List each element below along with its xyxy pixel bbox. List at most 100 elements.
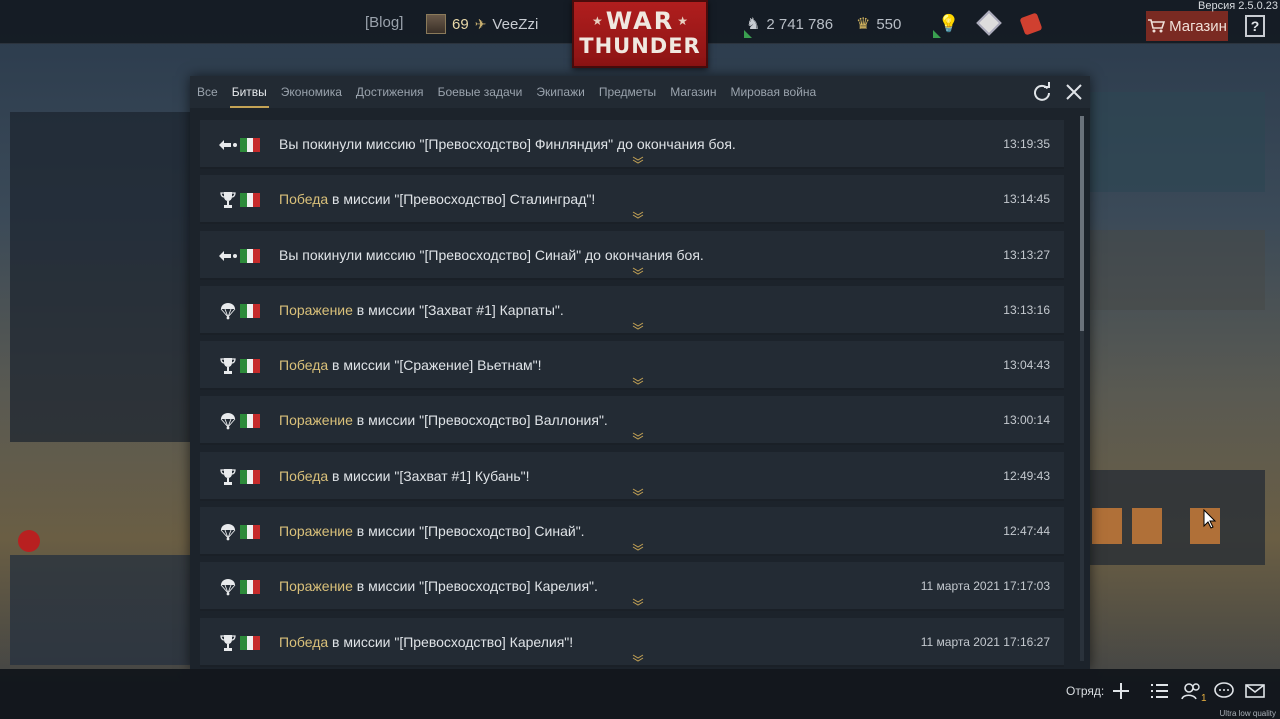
notification-time: 12:49:43 xyxy=(1003,468,1050,483)
tab-5[interactable]: Экипажи xyxy=(536,76,584,108)
italy-flag-icon xyxy=(240,303,261,318)
background-panel xyxy=(10,112,190,442)
mail-icon[interactable] xyxy=(1244,680,1266,702)
italy-flag-icon xyxy=(240,414,261,429)
left-battle-icon xyxy=(218,248,238,264)
notification-row[interactable]: Поражение в миссии "[Захват #1] Карпаты"… xyxy=(200,285,1064,335)
notification-time: 11 марта 2021 17:16:27 xyxy=(920,634,1050,649)
tab-0[interactable]: Все xyxy=(197,76,218,108)
chevron-down-icon[interactable] xyxy=(632,377,644,385)
golden-eagles-value: 550 xyxy=(876,15,902,33)
tab-3[interactable]: Достижения xyxy=(356,76,424,108)
tab-6[interactable]: Предметы xyxy=(599,76,656,108)
chevron-down-icon[interactable] xyxy=(632,654,644,662)
contacts-notification-count: 1 xyxy=(1201,693,1207,704)
silver-lions-value: 2 741 786 xyxy=(766,15,834,33)
notification-time: 13:13:16 xyxy=(1003,302,1050,317)
notification-message: Поражение в миссии "[Превосходство] Сина… xyxy=(279,523,585,539)
notification-row[interactable]: Поражение в миссии "[Превосходство] Сина… xyxy=(200,507,1064,557)
battle-result: Поражение xyxy=(279,523,353,540)
golden-eagles-balance[interactable]: ♛ 550 xyxy=(856,14,901,34)
scrollbar-thumb[interactable] xyxy=(1080,116,1084,331)
message-text: в миссии "[Превосходство] Сталинград"! xyxy=(328,191,596,208)
notifications-modal: Все Битвы Экономика Достижения Боевые задачи… xyxy=(190,76,1090,669)
left-battle-icon xyxy=(218,137,238,153)
refresh-icon[interactable] xyxy=(1032,82,1052,102)
chat-icon[interactable] xyxy=(1213,680,1235,702)
italy-flag-icon xyxy=(240,138,261,152)
tab-7[interactable]: Магазин xyxy=(670,76,716,108)
coupon-icon[interactable] xyxy=(1019,12,1043,36)
star-icon: ★ xyxy=(592,14,603,28)
message-text: в миссии "[Захват #1] Кубань"! xyxy=(328,467,530,484)
tab-4[interactable]: Боевые задачи xyxy=(438,76,523,108)
close-icon[interactable] xyxy=(1064,82,1084,102)
parachute-icon xyxy=(218,302,238,320)
chevron-down-icon[interactable] xyxy=(632,267,644,275)
chevron-down-icon[interactable] xyxy=(632,488,644,496)
notification-time: 11 марта 2021 17:17:03 xyxy=(920,579,1050,594)
notification-row[interactable]: Победа в миссии "[Превосходство] Карелия… xyxy=(200,617,1064,667)
italy-flag-icon xyxy=(240,469,261,484)
message-text: в миссии "[Превосходство] Карелия"! xyxy=(328,633,574,650)
notification-row[interactable]: Победа в миссии "[Сражение] Вьетнам"! 13:… xyxy=(200,341,1064,391)
contacts-icon[interactable] xyxy=(1181,680,1203,702)
player-nickname: VeeZzi xyxy=(492,15,539,33)
notification-message: Поражение в миссии "[Захват #1] Карпаты"… xyxy=(279,302,564,318)
notification-message: Победа в миссии "[Превосходство] Сталинг… xyxy=(279,191,595,207)
italy-flag-icon xyxy=(240,580,261,595)
quality-label: Ultra low quality xyxy=(1219,709,1276,718)
chevron-down-icon[interactable] xyxy=(632,543,644,551)
blog-link[interactable]: [Blog] xyxy=(365,14,403,31)
mouse-cursor-icon xyxy=(1203,509,1217,529)
notification-row[interactable]: Победа в миссии "[Захват #1] Кубань"! 12:… xyxy=(200,451,1064,501)
notification-time: 12:47:44 xyxy=(1003,524,1050,539)
list-icon[interactable] xyxy=(1148,680,1170,702)
notification-row[interactable]: Вы покинули миссию "[Превосходство] Сина… xyxy=(200,230,1064,280)
battle-result: Победа xyxy=(279,633,329,650)
message-text: в миссии "[Сражение] Вьетнам"! xyxy=(328,357,542,374)
message-text: в миссии "[Захват #1] Карпаты". xyxy=(352,301,564,318)
notification-row[interactable]: Поражение в миссии "[Превосходство] Валл… xyxy=(200,396,1064,446)
battle-result: Победа xyxy=(279,357,329,374)
war-thunder-logo: ★ ★ WAR THUNDER xyxy=(572,0,708,68)
notification-message: Поражение в миссии "[Превосходство] Каре… xyxy=(279,578,598,594)
tab-2[interactable]: Экономика xyxy=(281,76,342,108)
background-panel xyxy=(1090,92,1265,192)
notification-time: 13:13:27 xyxy=(1003,247,1050,262)
diamond-icon[interactable] xyxy=(976,10,1002,36)
chevron-down-icon[interactable] xyxy=(632,432,644,441)
message-text: в миссии "[Превосходство] Синай". xyxy=(352,523,585,540)
parachute-icon xyxy=(218,524,238,541)
notification-message: Победа в миссии "[Сражение] Вьетнам"! xyxy=(279,357,542,373)
italy-flag-icon xyxy=(240,635,261,650)
avatar xyxy=(426,14,446,34)
chevron-down-icon[interactable] xyxy=(632,156,644,164)
add-squad-icon[interactable] xyxy=(1110,680,1132,702)
italy-flag-icon xyxy=(240,248,261,263)
premium-marker-icon xyxy=(744,30,752,38)
trophy-icon xyxy=(218,192,238,209)
chevron-down-icon[interactable] xyxy=(632,211,644,219)
help-button[interactable]: ? xyxy=(1245,15,1265,37)
italy-flag-icon xyxy=(240,359,261,374)
notification-row[interactable]: Победа в миссии "[Превосходство] Сталинг… xyxy=(200,175,1064,225)
lightbulb-icon[interactable]: 💡 xyxy=(938,14,959,34)
notification-message: Вы покинули миссию "[Превосходство] Финл… xyxy=(279,136,736,152)
tab-bar: Все Битвы Экономика Достижения Боевые задачи… xyxy=(190,76,1090,108)
background-panel xyxy=(10,555,190,665)
battle-result: Победа xyxy=(279,191,329,208)
profile[interactable]: 69 ✈ VeeZzi xyxy=(426,14,538,34)
notification-row[interactable]: Поражение в миссии "[Превосходство] Каре… xyxy=(200,562,1064,612)
message-text: Вы покинули миссию "[Превосходство] Сина… xyxy=(279,246,704,263)
chevron-down-icon[interactable] xyxy=(632,322,644,330)
tab-8[interactable]: Мировая война xyxy=(730,76,816,108)
tab-1[interactable]: Битвы xyxy=(229,76,269,108)
background-crew-card xyxy=(1092,508,1122,544)
chevron-down-icon[interactable] xyxy=(632,598,644,606)
silver-lions-balance[interactable]: ♞ 2 741 786 xyxy=(746,14,833,34)
parachute-icon xyxy=(218,579,238,596)
shop-button[interactable]: Магазин xyxy=(1146,11,1228,41)
notification-row[interactable]: Вы покинули миссию "[Превосходство] Финл… xyxy=(200,120,1064,169)
rank-wings-icon: ✈ xyxy=(474,15,487,32)
